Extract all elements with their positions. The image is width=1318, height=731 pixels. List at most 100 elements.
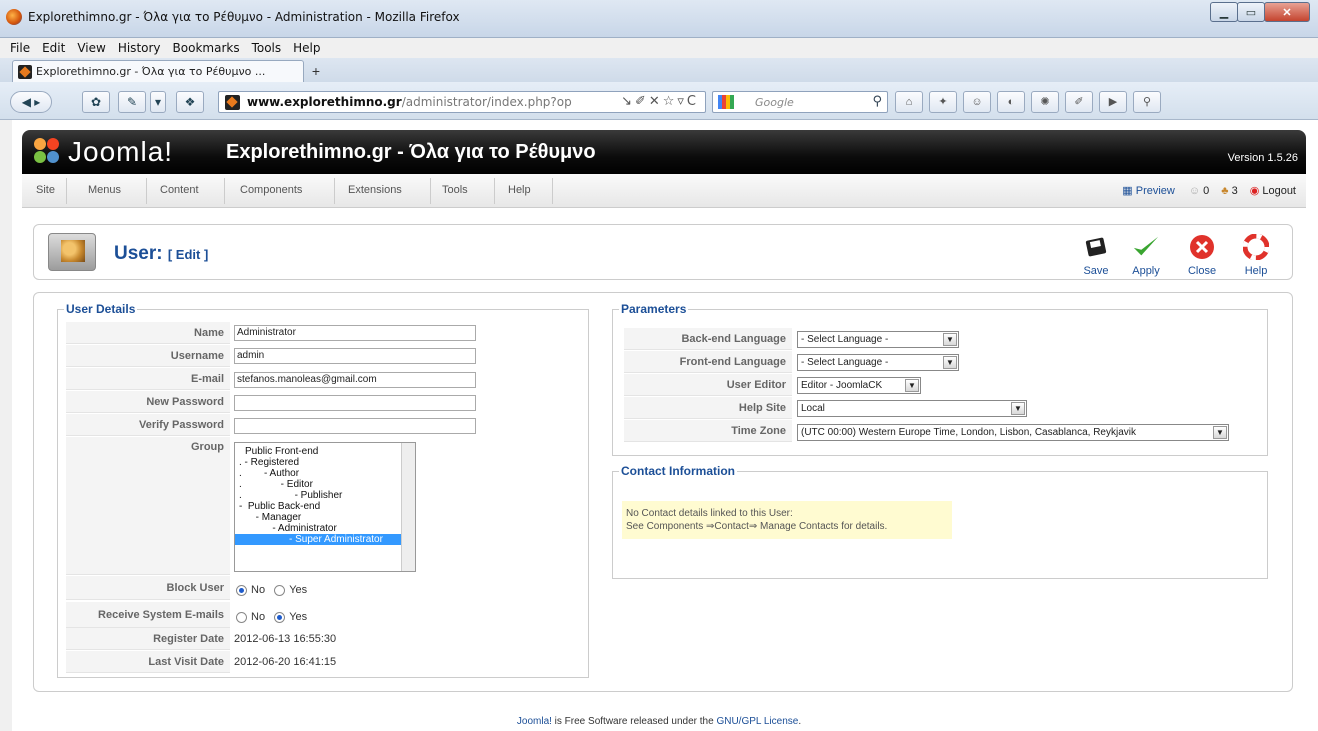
navigation-toolbar: ◀ ▸ ✿ ✎ ▾ ❖ www.explorethimno.gr/adminis… xyxy=(0,82,1318,120)
contact-legend: Contact Information xyxy=(621,464,735,478)
pen-icon[interactable]: ✎ xyxy=(118,91,146,113)
save-button[interactable]: Save xyxy=(1078,233,1114,277)
url-domain: www.explorethimno.gr xyxy=(247,95,402,109)
username-field[interactable]: admin xyxy=(234,348,476,364)
messages-value: 0 xyxy=(1203,184,1210,197)
receive-no-radio[interactable] xyxy=(236,611,247,623)
menu-edit[interactable]: Edit xyxy=(42,41,65,55)
page-title-text: User: xyxy=(114,243,163,264)
home-icon[interactable]: ⌂ xyxy=(895,91,923,113)
new-password-field[interactable] xyxy=(234,395,476,411)
menu-content[interactable]: Content xyxy=(160,184,199,196)
frontend-language-value: - Select Language - xyxy=(801,357,889,368)
messages-icon: ☺ xyxy=(1188,184,1204,197)
name-field[interactable]: Administrator xyxy=(234,325,476,341)
youtube-icon[interactable]: ▶ xyxy=(1099,91,1127,113)
receive-yes-radio[interactable] xyxy=(274,611,286,623)
close-button[interactable]: Close xyxy=(1184,233,1220,277)
users-count[interactable]: ♣ 3 xyxy=(1221,185,1237,197)
dropdown-icon[interactable]: ▾ xyxy=(150,91,166,113)
menu-tools-admin[interactable]: Tools xyxy=(442,184,468,196)
backend-language-select[interactable]: - Select Language - ▼ xyxy=(797,331,959,348)
preview-link[interactable]: ▦ Preview xyxy=(1122,184,1175,197)
maximize-button[interactable]: ▭ xyxy=(1237,2,1265,22)
browser-tab[interactable]: Explorethimno.gr - Όλα για το Ρέθυμνο ..… xyxy=(12,60,304,82)
group-option[interactable]: . - Author xyxy=(235,468,415,479)
menu-view[interactable]: View xyxy=(77,41,105,55)
backend-language-label: Back-end Language xyxy=(624,328,792,350)
chevron-down-icon: ▼ xyxy=(1011,402,1025,415)
new-tab-button[interactable]: + xyxy=(306,62,326,80)
back-button[interactable]: ◀ ▸ xyxy=(10,91,52,113)
menu-bookmarks[interactable]: Bookmarks xyxy=(173,41,240,55)
verify-password-label: Verify Password xyxy=(66,414,230,436)
minimize-button[interactable]: ▁ xyxy=(1210,2,1238,22)
menu-tools[interactable]: Tools xyxy=(252,41,282,55)
menu-help[interactable]: Help xyxy=(293,41,320,55)
tool-icon-1[interactable]: ✦ xyxy=(929,91,957,113)
new-password-label: New Password xyxy=(66,391,230,413)
user-editor-select[interactable]: Editor - JoomlaCK ▼ xyxy=(797,377,921,394)
menu-file[interactable]: File xyxy=(10,41,30,55)
email-field[interactable]: stefanos.manoleas@gmail.com xyxy=(234,372,476,388)
apply-button[interactable]: Apply xyxy=(1128,233,1164,277)
menu-components[interactable]: Components xyxy=(240,184,302,196)
receive-emails-label: Receive System E-mails xyxy=(66,602,230,628)
search-engine-icon[interactable] xyxy=(718,95,734,109)
group-option[interactable]: . - Registered xyxy=(235,457,415,468)
search-icon[interactable]: ⚲ xyxy=(872,94,882,109)
footer-end: . xyxy=(798,716,802,727)
menu-extensions[interactable]: Extensions xyxy=(348,184,402,196)
time-zone-select[interactable]: (UTC 00:00) Western Europe Time, London,… xyxy=(797,424,1229,441)
last-visit-label: Last Visit Date xyxy=(66,651,230,673)
license-link[interactable]: GNU/GPL License xyxy=(716,716,798,727)
save-icon xyxy=(1082,233,1110,261)
group-option[interactable]: . - Editor xyxy=(235,479,415,490)
tool-icon-3[interactable]: ◐ xyxy=(997,91,1025,113)
page-toolbar: User: [ Edit ] Save Apply Close Help xyxy=(33,224,1293,280)
group-option[interactable]: Public Front-end xyxy=(235,446,415,457)
group-select[interactable]: Public Front-end . - Registered . - Auth… xyxy=(234,442,416,572)
joomla-link[interactable]: Joomla! xyxy=(517,716,552,727)
group-option[interactable]: - Public Back-end xyxy=(235,501,415,512)
frontend-language-select[interactable]: - Select Language - ▼ xyxy=(797,354,959,371)
menu-help-admin[interactable]: Help xyxy=(508,184,531,196)
tool-icon-4[interactable]: ✺ xyxy=(1031,91,1059,113)
menu-menus[interactable]: Menus xyxy=(88,184,121,196)
footer: Joomla! is Free Software released under … xyxy=(0,716,1318,727)
messages-count[interactable]: ☺ 0 xyxy=(1189,185,1209,197)
contact-note-line1: No Contact details linked to this User: xyxy=(626,508,793,519)
close-window-button[interactable]: ✕ xyxy=(1264,2,1310,22)
menu-history[interactable]: History xyxy=(118,41,161,55)
user-manager-icon xyxy=(48,233,96,271)
bookmark-tool-icon[interactable]: ❖ xyxy=(176,91,204,113)
url-tools-icons[interactable]: ↘✐✕☆▿C xyxy=(621,94,699,109)
help-site-select[interactable]: Local ▼ xyxy=(797,400,1027,417)
menu-site[interactable]: Site xyxy=(36,184,55,196)
verify-password-field[interactable] xyxy=(234,418,476,434)
tool-icon-5[interactable]: ✐ xyxy=(1065,91,1093,113)
help-label: Help xyxy=(1244,265,1268,277)
logout-link[interactable]: ◉ Logout xyxy=(1250,184,1296,197)
zoom-icon[interactable]: ⚲ xyxy=(1133,91,1161,113)
search-placeholder: Google xyxy=(755,95,794,109)
browser-menubar: File Edit View History Bookmarks Tools H… xyxy=(0,38,1318,58)
group-option-selected[interactable]: - Super Administrator xyxy=(235,534,401,545)
group-option[interactable]: - Manager xyxy=(235,512,415,523)
page-title: User: [ Edit ] xyxy=(114,243,208,265)
tool-icon-2[interactable]: ☺ xyxy=(963,91,991,113)
save-label: Save xyxy=(1083,265,1109,277)
version-label: Version 1.5.26 xyxy=(1227,152,1298,164)
search-input[interactable]: Google ⚲ xyxy=(712,91,888,113)
browser-tabs: Explorethimno.gr - Όλα για το Ρέθυμνο ..… xyxy=(0,58,1318,82)
footer-text: is Free Software released under the xyxy=(551,716,717,727)
block-no-radio[interactable] xyxy=(236,584,247,596)
url-path: /administrator/index.php?op xyxy=(401,95,572,109)
help-button[interactable]: Help xyxy=(1238,233,1274,277)
group-scrollbar[interactable] xyxy=(401,443,415,571)
url-bar[interactable]: www.explorethimno.gr/administrator/index… xyxy=(218,91,706,113)
block-yes-radio[interactable] xyxy=(274,584,286,596)
group-option[interactable]: - Administrator xyxy=(235,523,415,534)
addon-icon[interactable]: ✿ xyxy=(82,91,110,113)
group-option[interactable]: . - Publisher xyxy=(235,490,415,501)
